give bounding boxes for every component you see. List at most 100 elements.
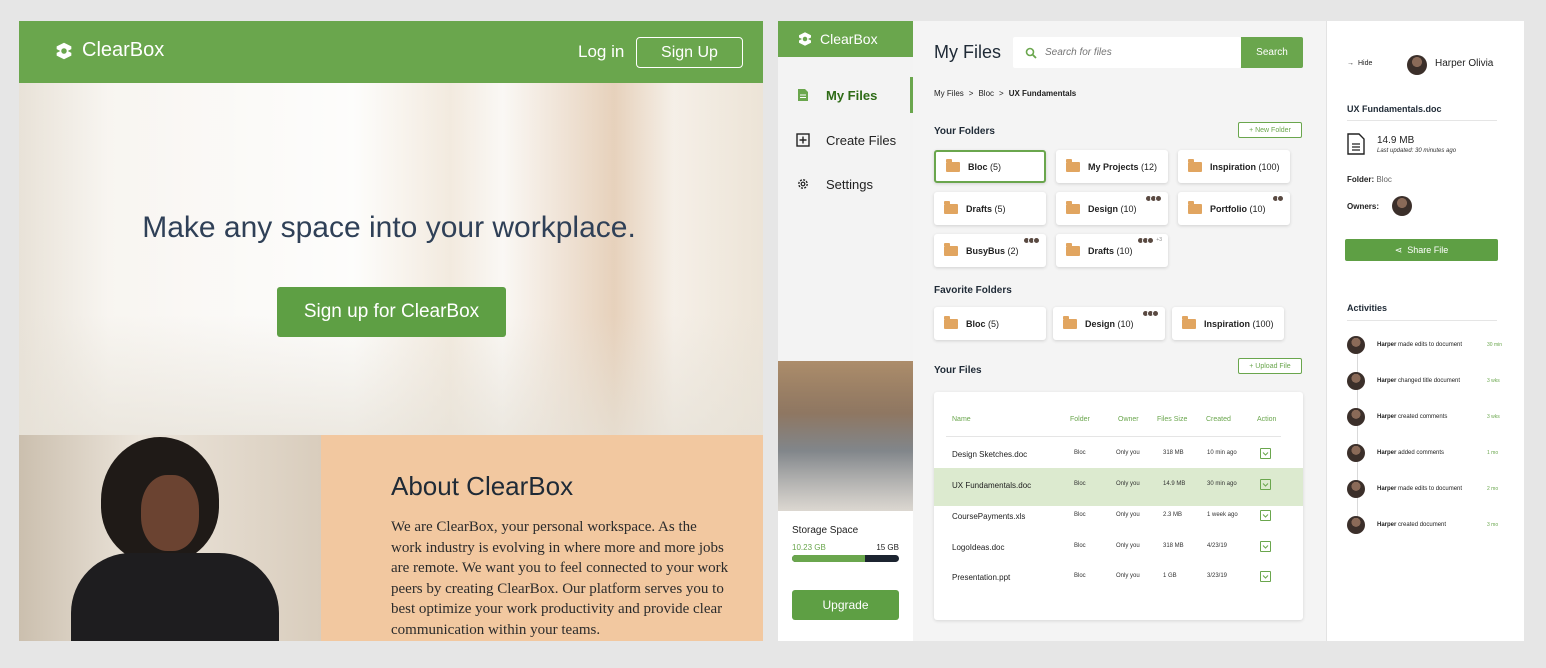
folder-card[interactable]: Drafts (10) +3 [1056, 234, 1168, 267]
file-folder: Bloc [1074, 481, 1086, 487]
shared-avatars [1272, 195, 1284, 202]
chevron-right-icon: > [999, 89, 1004, 98]
favorite-folders-title: Favorite Folders [934, 285, 1012, 296]
file-name: Design Sketches.doc [952, 450, 1028, 459]
hide-panel-button[interactable]: → Hide [1347, 60, 1372, 67]
folder-card[interactable]: Inspiration (100) [1178, 150, 1290, 183]
folder-icon [1063, 315, 1077, 329]
folder-icon [1066, 158, 1080, 172]
search-button[interactable]: Search [1241, 37, 1303, 68]
clearbox-logo-icon [799, 32, 811, 46]
file-created: 30 min ago [1207, 481, 1237, 487]
table-row[interactable]: Presentation.ppt Bloc Only you 1 GB 3/23… [934, 560, 1303, 598]
folder-count: (10) [1120, 203, 1137, 214]
folder-icon [1066, 200, 1080, 214]
download-icon[interactable] [1260, 448, 1271, 459]
new-folder-button[interactable]: + New Folder [1238, 122, 1302, 138]
sidebar-item-label: Create Files [826, 132, 897, 148]
search-input[interactable] [1045, 47, 1225, 58]
about-text: We are ClearBox, your personal workspace… [391, 519, 729, 638]
download-icon[interactable] [1260, 479, 1271, 490]
folder-icon [944, 200, 958, 214]
shared-avatars [1023, 237, 1040, 244]
login-link[interactable]: Log in [578, 42, 624, 62]
sidebar-item-settings[interactable]: Settings [778, 166, 913, 202]
favorite-folder-card[interactable]: Bloc (5) [934, 307, 1046, 340]
download-icon[interactable] [1260, 571, 1271, 582]
download-icon[interactable] [1260, 510, 1271, 521]
folder-name: Bloc [968, 161, 988, 172]
owner-avatar[interactable] [1392, 196, 1412, 216]
download-icon[interactable] [1260, 541, 1271, 552]
column-header[interactable]: Files Size [1157, 416, 1187, 423]
activity-time: 3 wks [1487, 414, 1500, 420]
column-header[interactable]: Folder [1070, 416, 1090, 423]
shared-avatars: +3 [1137, 237, 1162, 244]
file-created: 10 min ago [1207, 450, 1237, 456]
avatar [1347, 516, 1365, 534]
main-content: My Files Search My Files > Bloc > UX Fun… [913, 21, 1326, 641]
storage-panel: Storage Space 10.23 GB 15 GB Upgrade [778, 511, 913, 641]
file-owner: Only you [1116, 543, 1140, 549]
avatar[interactable] [1407, 55, 1427, 75]
activity-time: 30 min [1487, 342, 1503, 348]
folder-card[interactable]: My Projects (12) [1056, 150, 1168, 183]
folder-card[interactable]: Bloc (5) [934, 150, 1046, 183]
file-created: 1 week ago [1207, 512, 1238, 518]
activity-item: Harper created comments 3 wks [1347, 408, 1517, 428]
about-section: About ClearBox We are ClearBox, your per… [19, 435, 763, 641]
signup-cta-button[interactable]: Sign up for ClearBox [277, 287, 506, 337]
folder-count: (10) [1117, 318, 1134, 329]
activity-item: Harper created document 3 mo [1347, 516, 1517, 536]
breadcrumb-item[interactable]: My Files [934, 89, 964, 98]
file-owner: Only you [1116, 512, 1140, 518]
breadcrumb-item[interactable]: Bloc [978, 89, 994, 98]
favorite-folder-card[interactable]: Inspiration (100) [1172, 307, 1284, 340]
landing-logo[interactable]: ClearBox [53, 39, 164, 62]
folder-card[interactable]: Drafts (5) [934, 192, 1046, 225]
folder-count: (2) [1007, 245, 1019, 256]
app-logo[interactable]: ClearBox [796, 30, 878, 48]
signup-button[interactable]: Sign Up [636, 37, 743, 68]
file-folder: Bloc [1074, 450, 1086, 456]
folder-card[interactable]: Portfolio (10) [1178, 192, 1290, 225]
storage-used: 10.23 GB [792, 543, 826, 552]
folder-count: (100) [1258, 161, 1280, 172]
sidebar-item-create-files[interactable]: Create Files [778, 122, 913, 158]
upload-file-button[interactable]: + Upload File [1238, 358, 1302, 374]
storage-label: Storage Space [792, 525, 859, 536]
app-dashboard: ClearBox My Files Create Files Settings … [778, 21, 1524, 641]
favorite-folder-card[interactable]: Design (10) [1053, 307, 1165, 340]
activity-item: Harper made edits to document 30 min [1347, 336, 1517, 356]
folder-card[interactable]: Design (10) [1056, 192, 1168, 225]
file-name: LogoIdeas.doc [952, 543, 1005, 552]
folder-name: Design [1085, 318, 1116, 329]
folder-count: (5) [990, 161, 1002, 172]
share-file-button[interactable]: ⋖ Share File [1345, 239, 1498, 261]
file-folder: Bloc [1074, 573, 1086, 579]
column-header[interactable]: Owner [1118, 416, 1139, 423]
upgrade-button[interactable]: Upgrade [792, 590, 899, 620]
sidebar-item-my-files[interactable]: My Files [778, 77, 913, 113]
avatar [1347, 372, 1365, 390]
avatar [1347, 408, 1365, 426]
column-header[interactable]: Created [1206, 416, 1231, 423]
storage-progress-bar [792, 555, 899, 562]
app-brand-name: ClearBox [820, 31, 878, 47]
folder-card[interactable]: BusyBus (2) [934, 234, 1046, 267]
gear-icon [798, 179, 808, 189]
file-folder: Bloc [1074, 512, 1086, 518]
column-header[interactable]: Action [1257, 416, 1276, 423]
shared-avatars [1142, 310, 1159, 317]
column-header[interactable]: Name [952, 416, 971, 423]
folder-name: Design [1088, 203, 1119, 214]
file-owner: Only you [1116, 450, 1140, 456]
sidebar-header: ClearBox [778, 21, 913, 57]
activity-time: 3 mo [1487, 522, 1499, 528]
avatar [1347, 444, 1365, 462]
folder-name: My Projects [1088, 161, 1139, 172]
folder-count: (5) [988, 318, 1000, 329]
plus-square-icon [796, 133, 810, 147]
folder-count: (100) [1252, 318, 1274, 329]
files-table: Name Folder Owner Files Size Created Act… [934, 392, 1303, 620]
